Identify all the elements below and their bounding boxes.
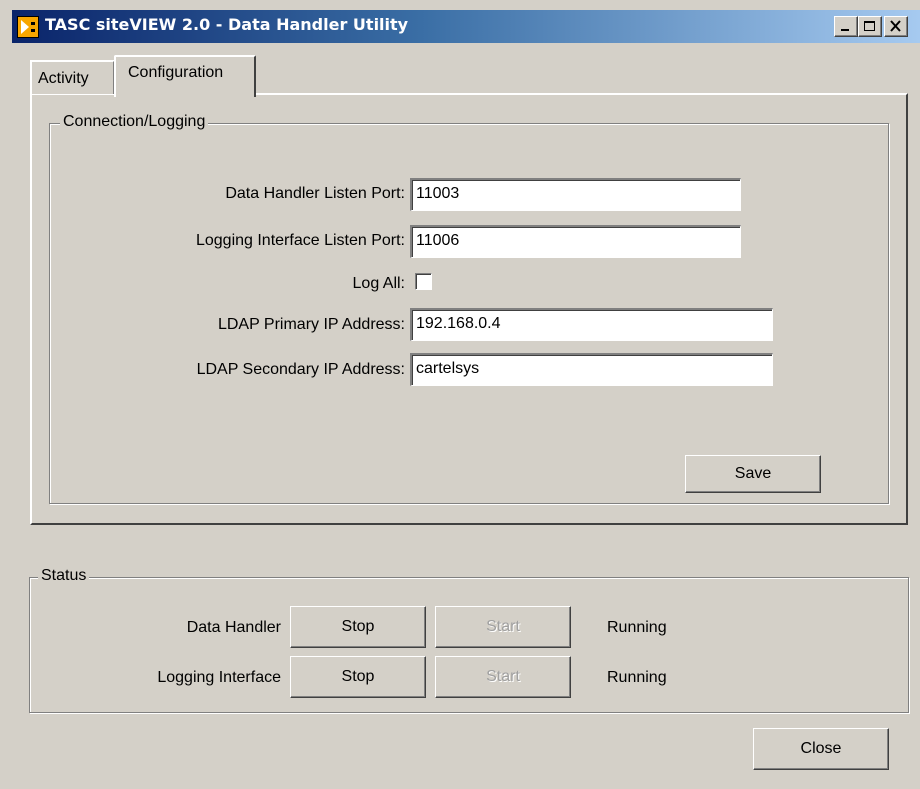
log-all-checkbox[interactable] — [415, 273, 432, 290]
app-icon[interactable] — [17, 16, 39, 38]
connection-logging-legend: Connection/Logging — [60, 113, 209, 131]
minimize-icon — [841, 29, 849, 31]
ldap-primary-label: LDAP Primary IP Address: — [217, 316, 405, 333]
data-handler-status-label: Data Handler — [186, 619, 281, 636]
ldap-secondary-field[interactable]: cartelsys — [410, 353, 773, 386]
title-bar[interactable]: TASC siteVIEW 2.0 - Data Handler Utility — [12, 10, 920, 43]
data-handler-start-button[interactable]: Start — [435, 606, 571, 648]
logging-interface-state: Running — [607, 669, 667, 686]
tab-activity[interactable]: Activity — [30, 60, 115, 94]
data-handler-port-field[interactable]: 11003 — [410, 178, 741, 211]
save-button[interactable]: Save — [685, 455, 821, 493]
logging-interface-start-button[interactable]: Start — [435, 656, 571, 698]
main-window: TASC siteVIEW 2.0 - Data Handler Utility… — [0, 0, 920, 789]
close-button[interactable]: Close — [753, 728, 889, 770]
window-title: TASC siteVIEW 2.0 - Data Handler Utility — [45, 15, 409, 34]
close-icon — [890, 20, 901, 32]
log-all-label: Log All: — [352, 275, 405, 292]
logging-interface-status-label: Logging Interface — [157, 669, 281, 686]
ldap-primary-field[interactable]: 192.168.0.4 — [410, 308, 773, 341]
logging-port-label: Logging Interface Listen Port: — [195, 232, 405, 249]
data-handler-state: Running — [607, 619, 667, 636]
status-legend: Status — [38, 567, 90, 585]
logging-port-field[interactable]: 11006 — [410, 225, 741, 258]
close-window-button[interactable] — [884, 16, 908, 37]
tab-configuration[interactable]: Configuration — [114, 55, 256, 97]
minimize-button[interactable] — [834, 16, 858, 37]
data-handler-stop-button[interactable]: Stop — [290, 606, 426, 648]
logging-interface-stop-button[interactable]: Stop — [290, 656, 426, 698]
ldap-secondary-label: LDAP Secondary IP Address: — [196, 361, 405, 378]
maximize-icon — [864, 21, 875, 31]
maximize-button[interactable] — [858, 16, 882, 37]
data-handler-port-label: Data Handler Listen Port: — [225, 185, 405, 202]
